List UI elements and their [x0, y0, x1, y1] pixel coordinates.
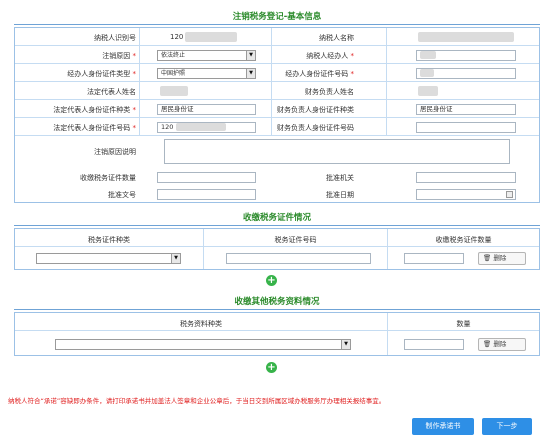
section-title-basic-info: 注销税务登记-基本信息: [232, 12, 322, 22]
col-cert-count: 收缴税务证件数量: [435, 236, 492, 244]
make-commitment-button[interactable]: 制作承诺书: [412, 418, 474, 435]
finance-head-id-type-input[interactable]: 居民身份证: [416, 104, 516, 115]
divider: [14, 24, 540, 25]
chevron-down-icon: ▼: [246, 69, 255, 78]
grid-line: [15, 45, 539, 46]
label-finance-head-name: 财务负责人姓名: [305, 88, 354, 96]
cancel-reason-textarea[interactable]: [164, 139, 510, 164]
delete-button[interactable]: 🗑 删除: [478, 338, 526, 351]
masked-value: [176, 123, 226, 131]
masked-value: [185, 32, 237, 42]
divider: [14, 309, 540, 310]
masked-value: [420, 69, 434, 77]
chevron-down-icon: ▼: [341, 340, 350, 349]
section-title-collected-certs: 收缴税务证件情况: [242, 213, 311, 223]
masked-value: [418, 32, 514, 42]
masked-value: [418, 86, 438, 96]
label-taxpayer-name: 纳税人名称: [319, 34, 354, 42]
grid-line: [15, 63, 539, 64]
grid-line: [15, 330, 539, 331]
calendar-icon[interactable]: [506, 191, 513, 198]
trash-icon: 🗑: [483, 254, 492, 262]
label-collected-cert-count: 收缴税务证件数量: [80, 174, 136, 182]
label-cancel-reason-desc: 注销原因说明: [94, 148, 136, 156]
masked-value: [160, 86, 188, 96]
label-approval-authority: 批准机关: [326, 174, 354, 182]
label-cancel-reason: 注销原因 *: [102, 52, 136, 60]
grid-line: [15, 246, 539, 247]
label-legal-rep-name: 法定代表人姓名: [87, 88, 136, 96]
grid-line: [15, 99, 539, 100]
trash-icon: 🗑: [483, 340, 492, 348]
label-approval-doc-no: 批准文号: [108, 191, 136, 199]
label-taxpayer-id: 纳税人识别号: [94, 34, 136, 42]
grid-line: [15, 81, 539, 82]
grid-line: [15, 135, 539, 136]
agent-id-type-select[interactable]: 中国护照 ▼: [157, 68, 256, 79]
finance-head-id-number-input[interactable]: [416, 122, 516, 133]
col-material-type: 税务资料种类: [180, 320, 222, 328]
label-taxpayer-agent: 纳税人经办人 *: [306, 52, 354, 60]
taxpayer-id-value: 120: [170, 33, 184, 41]
label-legal-rep-id-number: 法定代表人身份证件号码 *: [53, 124, 136, 132]
cert-count-input[interactable]: [404, 253, 464, 264]
col-material-count: 数量: [456, 320, 471, 328]
approval-authority-input[interactable]: [416, 172, 516, 183]
grid-line: [15, 117, 539, 118]
label-approval-date: 批准日期: [326, 191, 354, 199]
legal-rep-id-type-input[interactable]: 居民身份证: [157, 104, 256, 115]
section-title-other-materials: 收缴其他税务资料情况: [234, 297, 320, 307]
label-finance-head-id-type: 财务负责人身份证件种类: [277, 106, 354, 114]
next-step-button[interactable]: 下一步: [482, 418, 532, 435]
label-legal-rep-id-type: 法定代表人身份证件种类 *: [53, 106, 136, 114]
add-row-button[interactable]: +: [266, 275, 277, 286]
cert-type-select[interactable]: ▼: [36, 253, 181, 264]
material-count-input[interactable]: [404, 339, 464, 350]
chevron-down-icon: ▼: [171, 254, 180, 263]
approval-doc-no-input[interactable]: [157, 189, 256, 200]
chevron-down-icon: ▼: [246, 51, 255, 60]
cert-number-input[interactable]: [226, 253, 371, 264]
add-row-button[interactable]: +: [266, 362, 277, 373]
label-agent-id-number: 经办人身份证件号码 *: [285, 70, 354, 78]
col-cert-number: 税务证件号码: [274, 236, 317, 244]
notice-text: 纳税人符合“承诺”容缺即办条件，请打印承诺书并加盖法人签章和企业公章后，于当日交…: [8, 397, 386, 405]
masked-value: [420, 51, 436, 59]
label-finance-head-id-number: 财务负责人身份证件号码: [277, 124, 354, 132]
material-type-select[interactable]: ▼: [55, 339, 351, 350]
col-cert-type: 税务证件种类: [88, 236, 130, 244]
divider: [14, 225, 540, 226]
collected-cert-count-input[interactable]: [157, 172, 256, 183]
approval-date-input[interactable]: [416, 189, 516, 200]
label-agent-id-type: 经办人身份证件类型 *: [67, 70, 136, 78]
cancel-reason-select[interactable]: 依法终止 ▼: [157, 50, 256, 61]
delete-button[interactable]: 🗑 删除: [478, 252, 526, 265]
